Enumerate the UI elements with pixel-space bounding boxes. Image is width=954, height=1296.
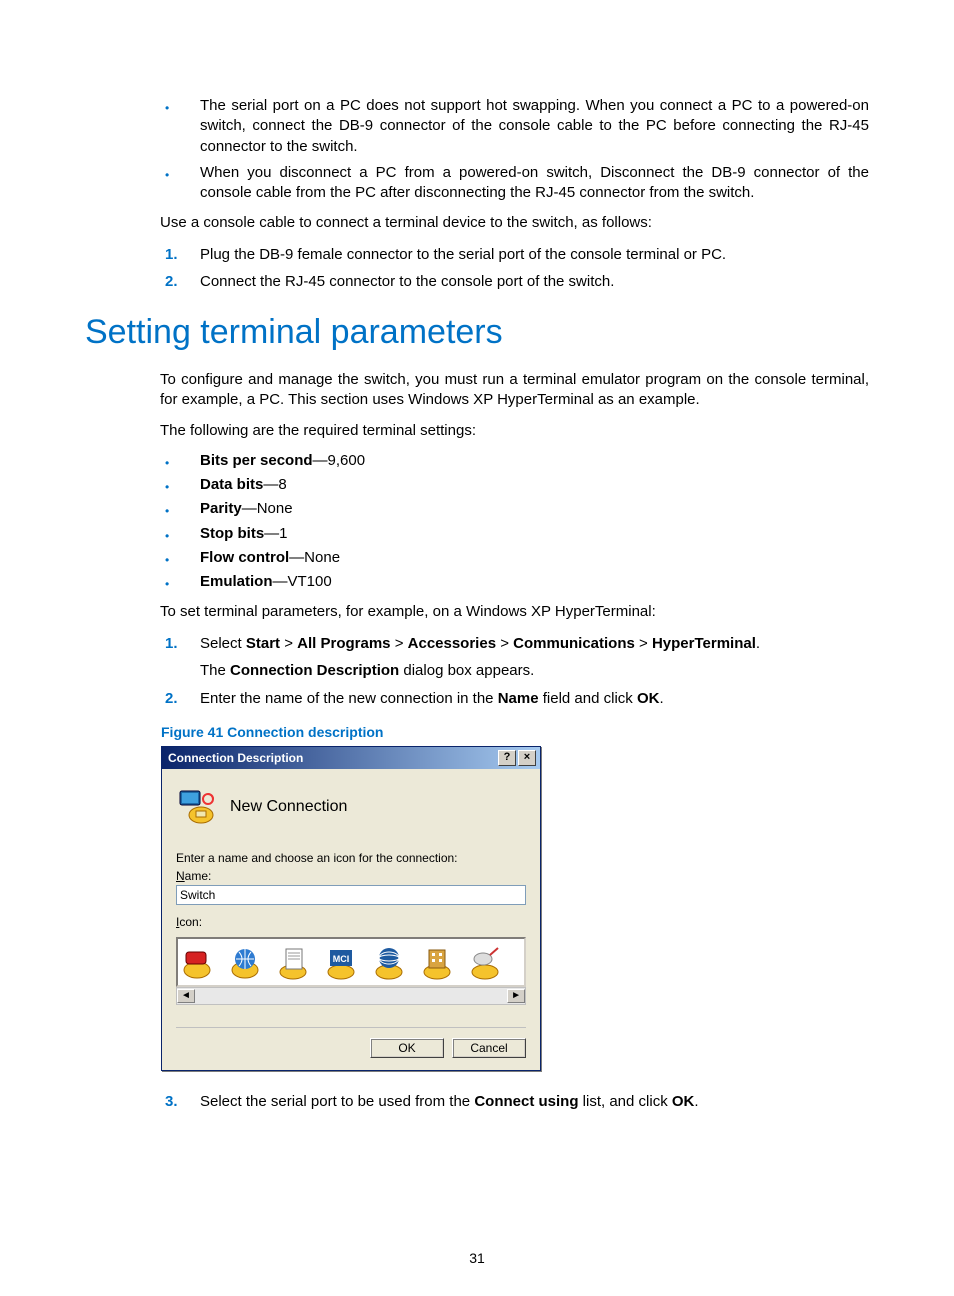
step-item: Select the serial port to be used from t… <box>85 1091 869 1113</box>
dialog-title: Connection Description <box>168 751 496 765</box>
setting-item: Data bits—8 <box>85 475 869 495</box>
section-heading: Setting terminal parameters <box>85 313 869 352</box>
svg-text:MCI: MCI <box>333 954 350 964</box>
new-connection-label: New Connection <box>230 798 347 816</box>
icon-option-building[interactable] <box>420 946 454 980</box>
cancel-button[interactable]: Cancel <box>452 1038 526 1058</box>
setting-item: Emulation—VT100 <box>85 572 869 592</box>
name-input[interactable] <box>176 885 526 905</box>
page-number: 31 <box>0 1250 954 1266</box>
icon-option-att[interactable] <box>372 946 406 980</box>
icon-list[interactable]: MCI <box>176 937 526 987</box>
bullet-item: When you disconnect a PC from a powered-… <box>85 163 869 204</box>
name-label: Name: <box>176 869 526 883</box>
icon-option-doc[interactable] <box>276 946 310 980</box>
icon-label: Icon: <box>176 915 526 929</box>
figure-caption: Figure 41 Connection description <box>161 724 869 740</box>
icon-option-globe[interactable] <box>228 946 262 980</box>
icon-scrollbar[interactable]: ◄ ► <box>176 987 526 1005</box>
step-item: Plug the DB-9 female connector to the se… <box>85 244 869 266</box>
close-button[interactable]: × <box>518 750 536 766</box>
paragraph: Use a console cable to connect a termina… <box>160 213 869 233</box>
step-item: Select Start > All Programs > Accessorie… <box>85 633 869 683</box>
icon-option-satellite[interactable] <box>468 946 502 980</box>
scroll-left-icon[interactable]: ◄ <box>177 989 195 1003</box>
step-item: Enter the name of the new connection in … <box>85 688 869 710</box>
connection-description-dialog: Connection Description ? × <box>161 746 541 1071</box>
paragraph: The following are the required terminal … <box>160 421 869 441</box>
icon-option-mci[interactable]: MCI <box>324 946 358 980</box>
dialog-titlebar: Connection Description ? × <box>162 747 540 769</box>
setting-item: Stop bits—1 <box>85 524 869 544</box>
setting-item: Flow control—None <box>85 548 869 568</box>
icon-option-phone-red[interactable] <box>180 946 214 980</box>
setting-item: Bits per second—9,600 <box>85 451 869 471</box>
bullet-item: The serial port on a PC does not support… <box>85 96 869 157</box>
paragraph: To set terminal parameters, for example,… <box>160 602 869 622</box>
ok-button[interactable]: OK <box>370 1038 444 1058</box>
dialog-prompt: Enter a name and choose an icon for the … <box>176 851 526 865</box>
help-button[interactable]: ? <box>498 750 516 766</box>
setting-item: Parity—None <box>85 499 869 519</box>
step-item: Connect the RJ-45 connector to the conso… <box>85 271 869 293</box>
connection-icon <box>176 787 216 827</box>
paragraph: To configure and manage the switch, you … <box>160 370 869 411</box>
scroll-right-icon[interactable]: ► <box>507 989 525 1003</box>
